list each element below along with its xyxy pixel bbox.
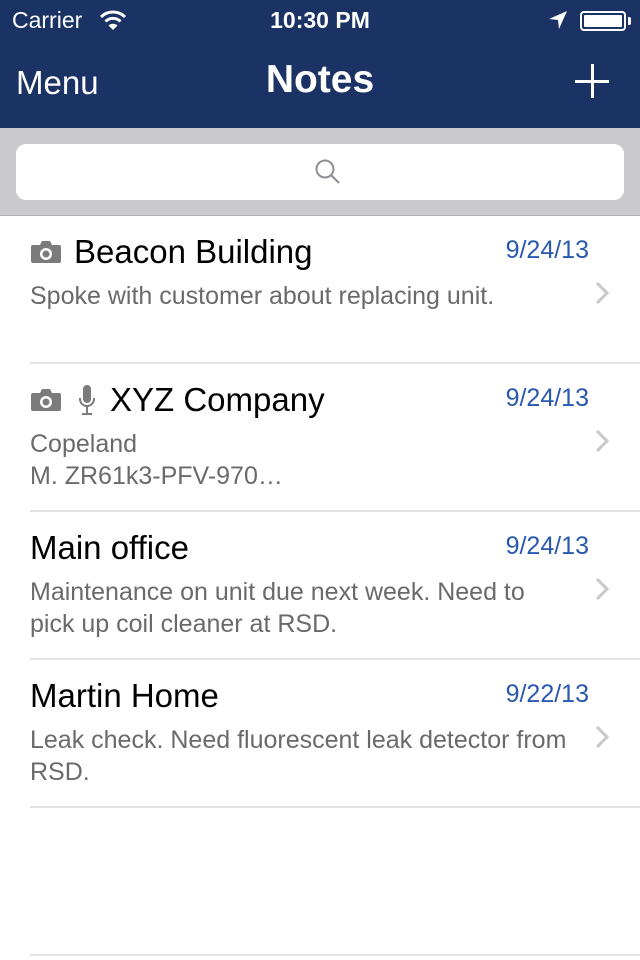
note-preview: Leak check. Need fluorescent leak detect…	[30, 726, 567, 786]
note-row[interactable]: Martin Home 9/22/13 Leak check. Need flu…	[0, 660, 640, 808]
chevron-right-icon	[595, 577, 610, 601]
note-row[interactable]: XYZ Company 9/24/13 Copeland M. ZR61k3-P…	[0, 364, 640, 512]
note-preview: Maintenance on unit due next week. Need …	[30, 578, 525, 638]
search-icon	[315, 159, 340, 184]
note-title: Beacon Building	[74, 233, 313, 270]
status-bar: Carrier 10:30 PM	[0, 0, 640, 40]
search-bar	[0, 128, 640, 216]
notes-list: Beacon Building 9/24/13 Spoke with custo…	[0, 216, 640, 808]
camera-icon	[31, 389, 61, 411]
location-icon	[549, 11, 567, 29]
note-date: 9/24/13	[505, 236, 589, 264]
camera-icon	[31, 241, 61, 263]
battery-tip	[628, 17, 631, 25]
note-title: Main office	[30, 529, 189, 566]
note-preview-line: M. ZR61k3-PFV-970…	[30, 462, 283, 490]
note-title: XYZ Company	[110, 381, 325, 418]
note-title: Martin Home	[30, 677, 219, 714]
note-date: 9/24/13	[505, 384, 589, 412]
chevron-right-icon	[595, 429, 610, 453]
note-preview-line: Copeland	[30, 430, 138, 458]
note-date: 9/22/13	[505, 680, 589, 708]
battery-icon	[580, 11, 626, 31]
note-date: 9/24/13	[505, 532, 589, 560]
search-input[interactable]	[16, 144, 624, 200]
microphone-icon	[79, 385, 95, 415]
list-bottom-divider	[30, 954, 640, 956]
note-preview: Spoke with customer about replacing unit…	[30, 282, 495, 310]
note-preview: Copeland M. ZR61k3-PFV-970…	[30, 428, 575, 492]
header: Carrier 10:30 PM Menu Notes	[0, 0, 640, 128]
note-row[interactable]: Main office 9/24/13 Maintenance on unit …	[0, 512, 640, 660]
add-note-button[interactable]	[572, 62, 612, 102]
note-row[interactable]: Beacon Building 9/24/13 Spoke with custo…	[0, 216, 640, 364]
menu-button[interactable]: Menu	[16, 64, 99, 102]
clock: 10:30 PM	[270, 7, 370, 33]
chevron-right-icon	[595, 281, 610, 305]
chevron-right-icon	[595, 725, 610, 749]
